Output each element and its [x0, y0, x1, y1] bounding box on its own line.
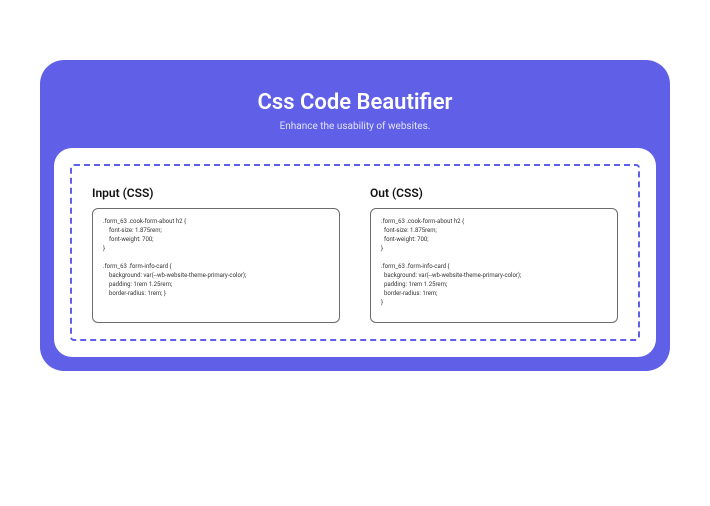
header: Css Code Beautifier Enhance the usabilit… — [54, 90, 656, 132]
output-label: Out (CSS) — [370, 186, 618, 200]
input-label: Input (CSS) — [92, 186, 340, 200]
output-code-textarea[interactable]: .form_63 .cook-form-about h2 { font-size… — [370, 208, 618, 323]
content-card: Input (CSS) .form_63 .cook-form-about h2… — [54, 148, 656, 357]
page-subtitle: Enhance the usability of websites. — [54, 121, 656, 132]
panes-container: Input (CSS) .form_63 .cook-form-about h2… — [70, 164, 640, 341]
input-pane: Input (CSS) .form_63 .cook-form-about h2… — [92, 186, 340, 323]
page-title: Css Code Beautifier — [54, 90, 656, 115]
app-card: Css Code Beautifier Enhance the usabilit… — [40, 60, 670, 371]
output-pane: Out (CSS) .form_63 .cook-form-about h2 {… — [370, 186, 618, 323]
input-code-textarea[interactable]: .form_63 .cook-form-about h2 { font-size… — [92, 208, 340, 323]
